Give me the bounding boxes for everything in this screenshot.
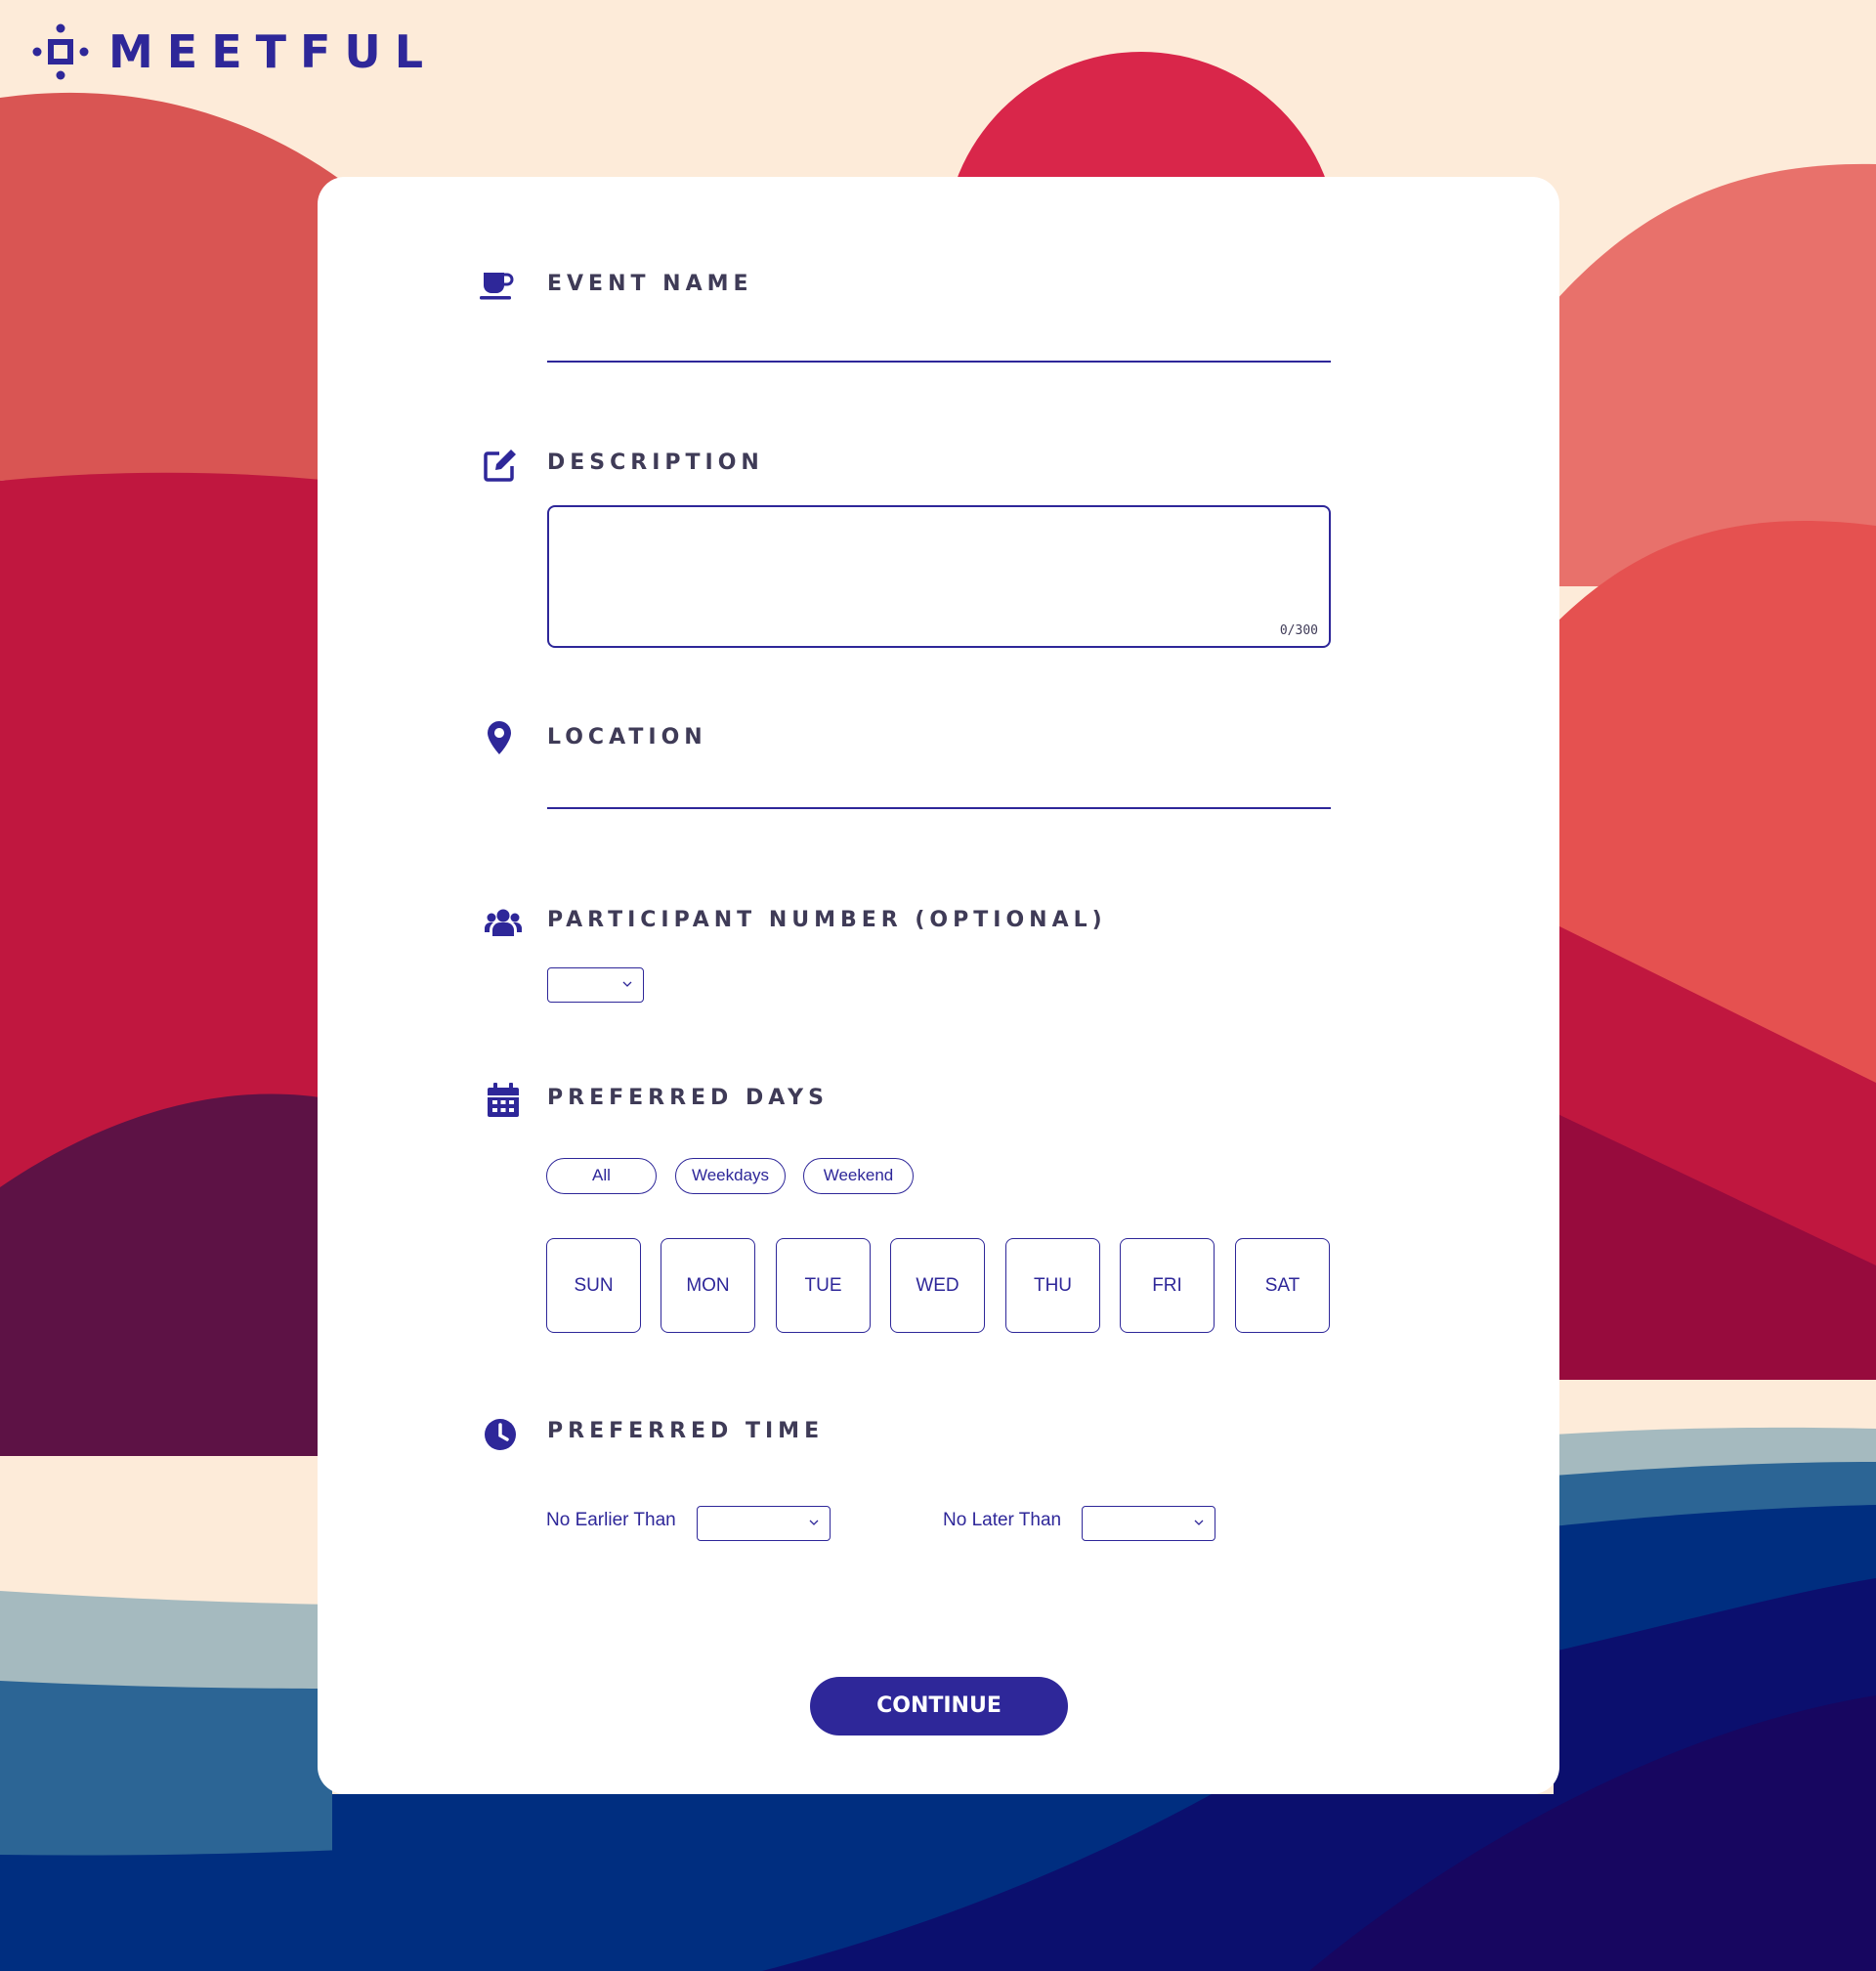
preset-weekend-button[interactable]: Weekend: [803, 1158, 914, 1194]
chevron-down-icon: [809, 1518, 819, 1527]
description-char-count: 0/300: [1279, 623, 1318, 638]
location-input[interactable]: [547, 766, 1331, 809]
location-label: LOCATION: [547, 725, 707, 750]
description-label: DESCRIPTION: [547, 450, 764, 475]
left-hill-coral: [0, 92, 342, 508]
clock-icon: [481, 1415, 520, 1454]
participant-number-select[interactable]: [547, 967, 644, 1003]
description-field[interactable]: 0/300: [547, 505, 1331, 648]
brand-name: MEETFUL: [108, 25, 438, 78]
chevron-down-icon: [622, 979, 632, 989]
preferred-time-label: PREFERRED TIME: [547, 1419, 825, 1443]
event-name-input[interactable]: [547, 320, 1331, 363]
day-tue-button[interactable]: TUE: [776, 1238, 871, 1333]
day-mon-button[interactable]: MON: [661, 1238, 755, 1333]
chevron-down-icon: [1194, 1518, 1204, 1527]
edit-icon: [481, 446, 520, 485]
day-wed-button[interactable]: WED: [890, 1238, 985, 1333]
day-fri-button[interactable]: FRI: [1120, 1238, 1215, 1333]
preset-weekdays-button[interactable]: Weekdays: [675, 1158, 786, 1194]
no-later-than-select[interactable]: [1082, 1506, 1215, 1541]
no-later-than-label: No Later Than: [943, 1510, 1062, 1530]
event-name-label: EVENT NAME: [547, 272, 753, 296]
users-icon: [484, 903, 523, 942]
day-sat-button[interactable]: SAT: [1235, 1238, 1330, 1333]
no-earlier-than-label: No Earlier Than: [546, 1510, 676, 1530]
preferred-days-label: PREFERRED DAYS: [547, 1086, 829, 1110]
description-textarea[interactable]: [549, 507, 1329, 646]
brand-logo[interactable]: MEETFUL: [32, 23, 437, 80]
calendar-icon: [484, 1081, 523, 1120]
meetful-logo-icon: [32, 23, 89, 80]
map-pin-icon: [480, 718, 519, 757]
day-sun-button[interactable]: SUN: [546, 1238, 641, 1333]
participant-number-label: PARTICIPANT NUMBER (OPTIONAL): [547, 908, 1107, 932]
continue-button[interactable]: CONTINUE: [810, 1677, 1068, 1735]
no-earlier-than-select[interactable]: [697, 1506, 831, 1541]
coffee-cup-icon: [478, 267, 517, 306]
preset-all-button[interactable]: All: [546, 1158, 657, 1194]
event-form-card: EVENT NAME DESCRIPTION 0/300 LOCATION PA…: [318, 177, 1559, 1794]
day-thu-button[interactable]: THU: [1005, 1238, 1100, 1333]
